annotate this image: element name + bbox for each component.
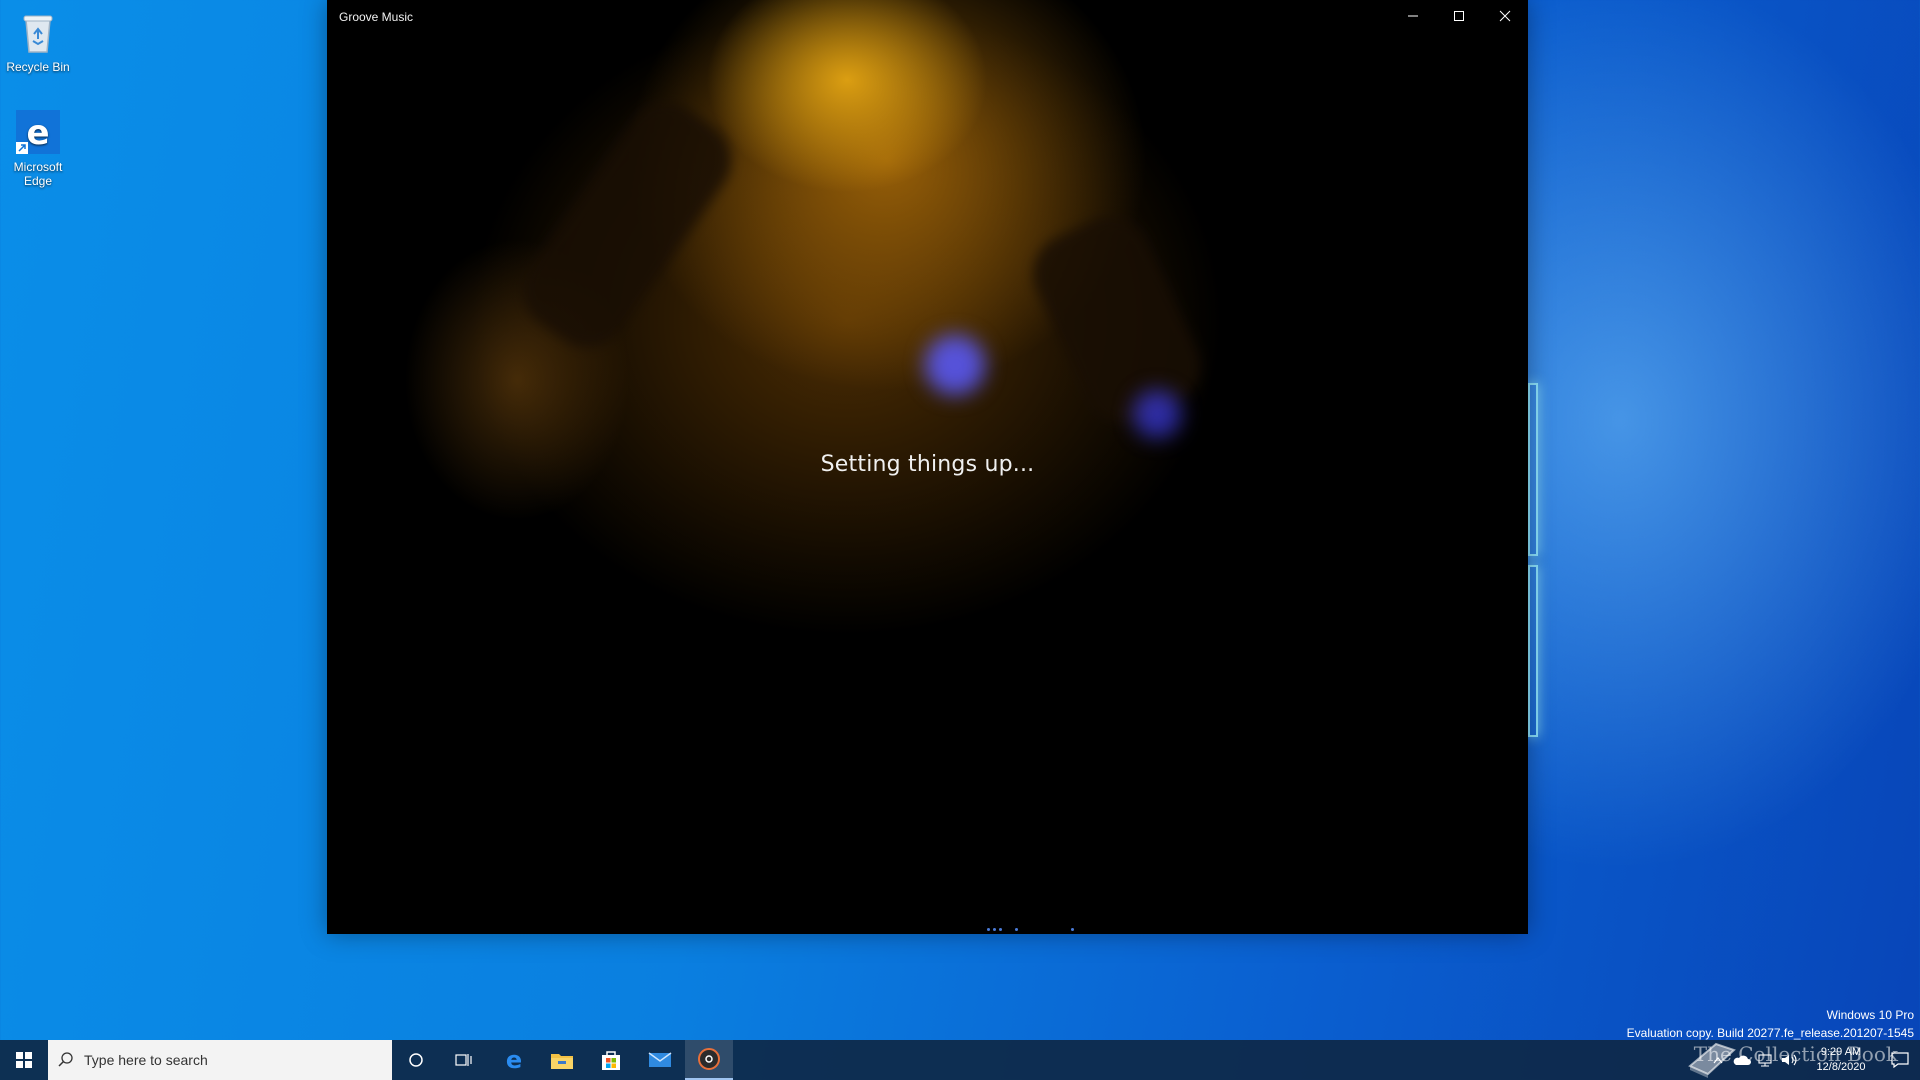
start-button[interactable] (0, 1040, 48, 1080)
taskbar-mail-button[interactable] (636, 1040, 684, 1080)
collection-book-watermark: The Collection Book (1693, 1042, 1898, 1066)
recycle-bin-icon (14, 8, 62, 56)
edge-icon: e (506, 1048, 522, 1072)
mail-icon (648, 1052, 672, 1067)
search-placeholder: Type here to search (84, 1052, 208, 1068)
store-icon (602, 1051, 620, 1070)
taskbar-store-button[interactable] (587, 1040, 635, 1080)
edge-icon: e (14, 108, 62, 156)
file-explorer-icon (551, 1054, 573, 1069)
windows-edition-text: Windows 10 Pro (1826, 1008, 1914, 1022)
window-title: Groove Music (339, 10, 414, 24)
maximize-icon (1454, 11, 1464, 21)
background-light (925, 335, 985, 395)
desktop-icon-recycle-bin[interactable]: Recycle Bin (0, 8, 76, 74)
taskbar-search-box[interactable]: Type here to search (48, 1040, 392, 1080)
groove-music-icon (698, 1048, 720, 1070)
desktop-icon-label: Microsoft Edge (13, 160, 63, 188)
cortana-button[interactable] (392, 1040, 440, 1080)
window-titlebar[interactable]: Groove Music (327, 0, 1528, 32)
taskbar-edge-button[interactable]: e (490, 1040, 538, 1080)
groove-music-window[interactable]: Groove Music Setting things up... (327, 0, 1528, 934)
svg-text:e: e (26, 113, 49, 153)
background-light (1133, 390, 1181, 438)
minimize-icon (1408, 15, 1418, 17)
svg-text:e: e (506, 1048, 522, 1072)
taskbar: Type here to search e 9:29 AM 12/8/2020 (0, 1040, 1920, 1080)
taskbar-groove-music-button[interactable] (685, 1040, 733, 1080)
maximize-button[interactable] (1436, 0, 1482, 32)
task-view-button[interactable] (440, 1040, 488, 1080)
taskbar-file-explorer-button[interactable] (538, 1040, 586, 1080)
setup-status-text: Setting things up... (820, 452, 1035, 477)
search-icon (48, 1052, 84, 1068)
desktop-wallpaper-shard (1528, 383, 1538, 556)
close-button[interactable] (1482, 0, 1528, 32)
desktop-icon-microsoft-edge[interactable]: e Microsoft Edge (0, 108, 76, 188)
minimize-button[interactable] (1390, 0, 1436, 32)
desktop-icon-label: Recycle Bin (6, 60, 70, 74)
windows-build-watermark: Windows 10 Pro Evaluation copy. Build 20… (1627, 1006, 1914, 1042)
desktop-wallpaper-shard (1528, 565, 1538, 737)
cortana-icon (409, 1053, 423, 1067)
task-view-icon (455, 1054, 472, 1066)
windows-logo-icon (16, 1052, 32, 1068)
close-icon (1499, 10, 1511, 22)
